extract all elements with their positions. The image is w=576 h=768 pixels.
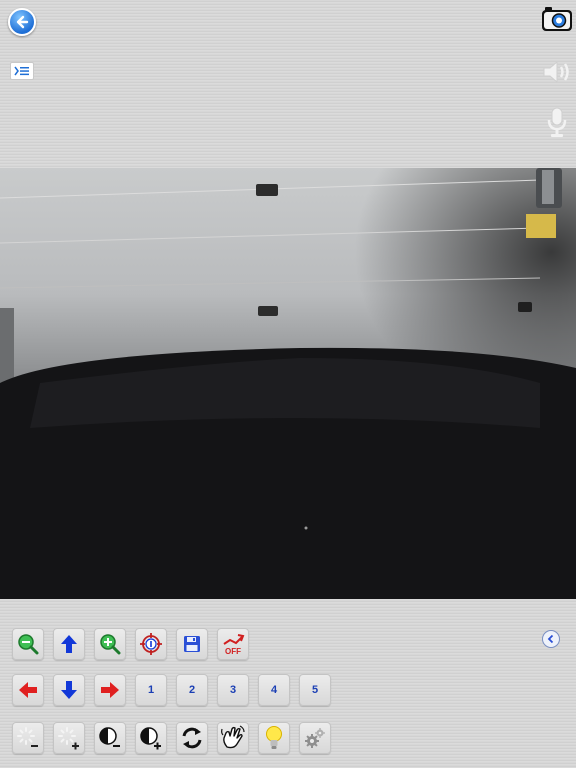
- preset-5-button[interactable]: 5: [299, 674, 331, 706]
- zoom-out-button[interactable]: [12, 628, 44, 660]
- flip-button[interactable]: [176, 722, 208, 754]
- arrow-up-icon: [61, 635, 77, 653]
- ir-off-icon: OFF: [223, 634, 245, 656]
- zoom-in-icon: [100, 634, 121, 655]
- zoom-out-icon: [18, 634, 39, 655]
- patrol-button[interactable]: [217, 722, 249, 754]
- snapshot-button[interactable]: [541, 6, 573, 32]
- speaker-button[interactable]: [541, 58, 573, 86]
- light-bulb-icon: [266, 726, 282, 749]
- brightness-up-button[interactable]: [53, 722, 85, 754]
- arrow-right-icon: [101, 682, 119, 698]
- tilt-down-button[interactable]: [53, 674, 85, 706]
- brightness-down-icon: [17, 727, 38, 747]
- gears-icon: [305, 728, 325, 748]
- back-arrow-icon: [16, 15, 29, 29]
- chevron-left-icon: [547, 634, 554, 644]
- menu-button[interactable]: [10, 62, 34, 80]
- back-button[interactable]: [8, 8, 36, 36]
- preset-3-button[interactable]: 3: [217, 674, 249, 706]
- contrast-up-button[interactable]: [135, 722, 167, 754]
- camera-image: [0, 168, 576, 599]
- pan-left-button[interactable]: [12, 674, 44, 706]
- arrow-left-icon: [19, 682, 37, 698]
- settings-button[interactable]: [299, 722, 331, 754]
- svg-text:OFF: OFF: [225, 647, 241, 656]
- camera-icon: [542, 7, 572, 31]
- save-preset-button[interactable]: [176, 628, 208, 660]
- brightness-up-icon: [58, 727, 79, 750]
- pan-right-button[interactable]: [94, 674, 126, 706]
- hand-wave-icon: [221, 725, 245, 749]
- ir-off-button[interactable]: OFF: [217, 628, 249, 660]
- speaker-icon: [543, 60, 569, 84]
- floppy-disk-icon: [184, 636, 200, 652]
- menu-icon: [14, 66, 29, 76]
- light-button[interactable]: [258, 722, 290, 754]
- camera-feed[interactable]: [0, 168, 576, 599]
- zoom-in-button[interactable]: [94, 628, 126, 660]
- preset-1-button[interactable]: 1: [135, 674, 167, 706]
- toolbar-collapse-button[interactable]: [542, 630, 560, 648]
- contrast-down-icon: [99, 727, 120, 747]
- microphone-button[interactable]: [546, 106, 568, 138]
- brightness-down-button[interactable]: [12, 722, 44, 754]
- arrow-down-icon: [61, 681, 77, 699]
- preset-2-button[interactable]: 2: [176, 674, 208, 706]
- contrast-up-icon: [140, 727, 161, 750]
- target-icon: [140, 633, 162, 655]
- preset-call-button[interactable]: [135, 628, 167, 660]
- contrast-down-button[interactable]: [94, 722, 126, 754]
- refresh-icon: [182, 727, 202, 749]
- tilt-up-button[interactable]: [53, 628, 85, 660]
- microphone-icon: [547, 107, 567, 137]
- preset-4-button[interactable]: 4: [258, 674, 290, 706]
